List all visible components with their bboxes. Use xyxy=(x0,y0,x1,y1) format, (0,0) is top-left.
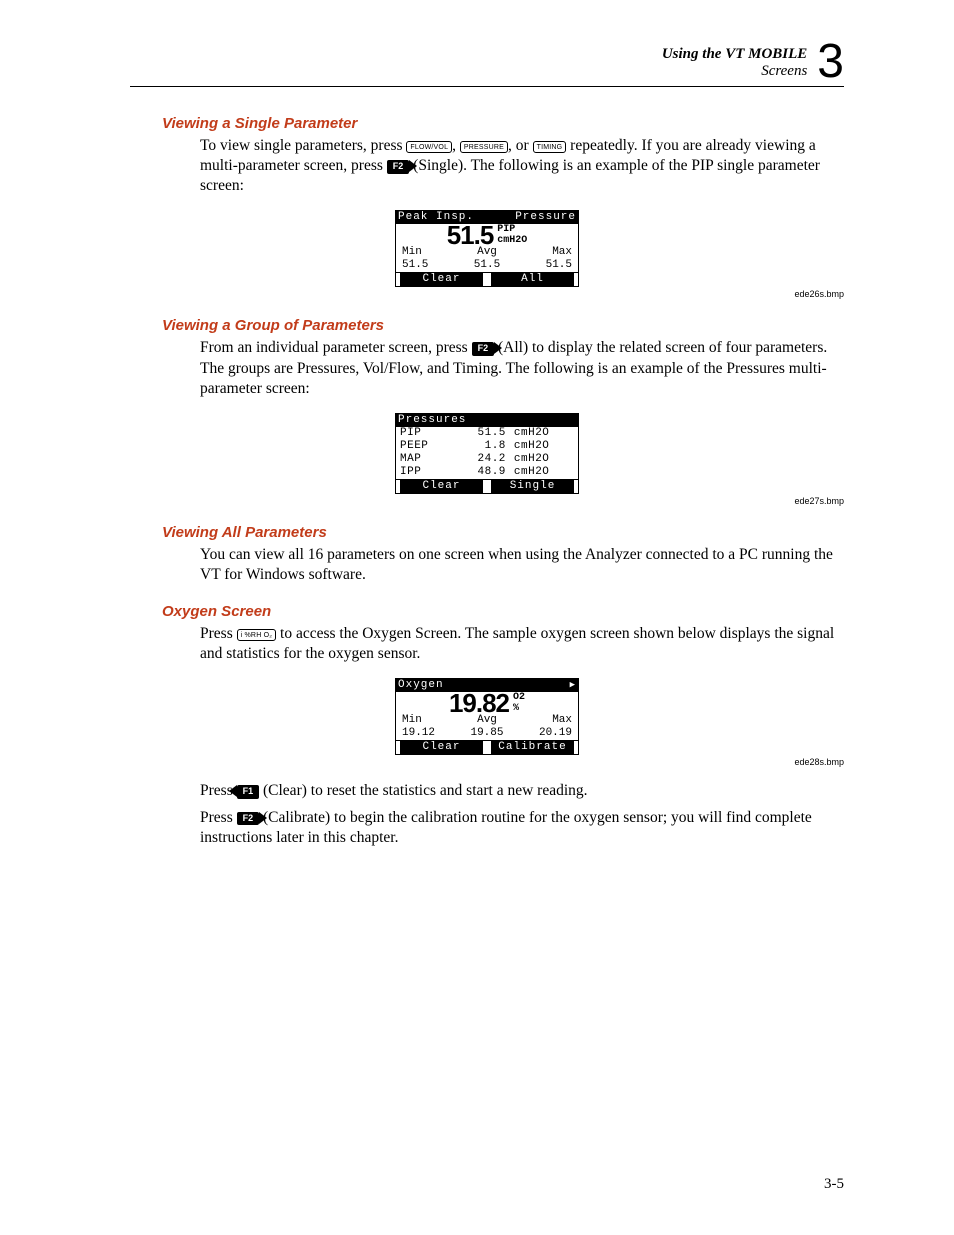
text: Press xyxy=(200,625,237,642)
key-f2: F2 xyxy=(237,812,260,826)
para-oxygen-calibrate: Press F2 (Calibrate) to begin the calibr… xyxy=(200,808,840,848)
section-title-single: Viewing a Single Parameter xyxy=(162,115,844,132)
lcd-min-value: 19.12 xyxy=(402,727,435,740)
figure-caption-1: ede26s.bmp xyxy=(130,289,844,299)
lcd-unit: % xyxy=(513,703,519,714)
row-unit: cmH2O xyxy=(510,466,578,479)
para-all: You can view all 16 parameters on one sc… xyxy=(200,545,840,585)
row-name: PEEP xyxy=(396,440,453,453)
lcd-max-value: 20.19 xyxy=(539,727,572,740)
page-number: 3-5 xyxy=(824,1176,844,1193)
page-header: 3 Using the VT MOBILE Screens xyxy=(130,46,844,80)
section-title-group: Viewing a Group of Parameters xyxy=(162,317,844,334)
para-group: From an individual parameter screen, pre… xyxy=(200,338,840,398)
row-name: IPP xyxy=(396,466,453,479)
lcd-max-label: Max xyxy=(552,714,572,727)
text: (Clear) to reset the statistics and star… xyxy=(259,782,587,799)
section-title-all: Viewing All Parameters xyxy=(162,524,844,541)
para-oxygen-1: Press i %RH O₂ to access the Oxygen Scre… xyxy=(200,624,840,664)
row-val: 48.9 xyxy=(453,466,510,479)
lcd-max-value: 51.5 xyxy=(546,259,572,272)
header-title: Using the VT MOBILE xyxy=(130,46,844,63)
lcd-avg-label: Avg xyxy=(477,714,497,727)
lcd-avg-label: Avg xyxy=(477,246,497,259)
lcd-softkey-clear: Clear xyxy=(396,480,487,493)
lcd-min-label: Min xyxy=(402,246,422,259)
figure-caption-2: ede27s.bmp xyxy=(130,496,844,506)
key-pressure: PRESSURE xyxy=(460,141,508,153)
row-unit: cmH2O xyxy=(510,440,578,453)
text: , xyxy=(452,137,460,154)
text: to access the Oxygen Screen. The sample … xyxy=(200,625,834,662)
key-f2: F2 xyxy=(387,160,410,174)
lcd-title-right: Pressure xyxy=(515,211,576,224)
lcd-avg-value: 51.5 xyxy=(474,259,500,272)
key-f1: F1 xyxy=(237,785,260,799)
lcd-unit-name: O2 xyxy=(513,692,525,703)
figure-pip-screen: Peak Insp. Pressure 51.5 PIP cmH2O Min A… xyxy=(395,210,579,287)
row-name: MAP xyxy=(396,453,453,466)
lcd-avg-value: 19.85 xyxy=(470,727,503,740)
para-oxygen-clear: Press F1 (Clear) to reset the statistics… xyxy=(200,781,840,801)
chapter-number: 3 xyxy=(817,42,844,82)
lcd-param-table: PIP51.5cmH2O PEEP1.8cmH2O MAP24.2cmH2O I… xyxy=(396,427,578,479)
header-subtitle: Screens xyxy=(130,63,844,80)
lcd-softkey-clear: Clear xyxy=(396,741,487,754)
lcd-softkey-clear: Clear xyxy=(396,273,487,286)
lcd-title: Oxygen xyxy=(398,679,444,692)
figure-pressures-screen: Pressures PIP51.5cmH2O PEEP1.8cmH2O MAP2… xyxy=(395,413,579,494)
text: From an individual parameter screen, pre… xyxy=(200,339,472,356)
lcd-min-value: 51.5 xyxy=(402,259,428,272)
lcd-unit-name: PIP xyxy=(497,224,515,235)
row-val: 24.2 xyxy=(453,453,510,466)
section-title-oxygen: Oxygen Screen xyxy=(162,603,844,620)
para-single: To view single parameters, press FLOW/VO… xyxy=(200,136,840,196)
text: To view single parameters, press xyxy=(200,137,406,154)
header-rule xyxy=(130,86,844,87)
text: , or xyxy=(508,137,533,154)
row-val: 51.5 xyxy=(453,427,510,440)
lcd-softkey-single: Single xyxy=(487,480,578,493)
lcd-title: Pressures xyxy=(398,414,466,427)
lcd-softkey-calibrate: Calibrate xyxy=(487,741,578,754)
row-name: PIP xyxy=(396,427,453,440)
arrow-right-icon: ▶ xyxy=(570,679,576,692)
text: (Calibrate) to begin the calibration rou… xyxy=(200,809,812,846)
figure-oxygen-screen: Oxygen ▶ 19.82 O2 % Min Avg Max 19.12 19… xyxy=(395,678,579,755)
row-val: 1.8 xyxy=(453,440,510,453)
lcd-softkey-all: All xyxy=(487,273,578,286)
row-unit: cmH2O xyxy=(510,427,578,440)
key-info-rh-o2: i %RH O₂ xyxy=(237,629,277,641)
figure-caption-3: ede28s.bmp xyxy=(130,757,844,767)
key-flowvol: FLOW/VOL xyxy=(406,141,452,153)
lcd-big-value: 19.82 xyxy=(449,697,509,710)
key-f2: F2 xyxy=(472,342,495,356)
lcd-big-value: 51.5 xyxy=(447,229,494,242)
text: Press xyxy=(200,809,237,826)
lcd-min-label: Min xyxy=(402,714,422,727)
lcd-unit: cmH2O xyxy=(497,235,527,246)
row-unit: cmH2O xyxy=(510,453,578,466)
key-timing: TIMING xyxy=(533,141,567,153)
lcd-max-label: Max xyxy=(552,246,572,259)
